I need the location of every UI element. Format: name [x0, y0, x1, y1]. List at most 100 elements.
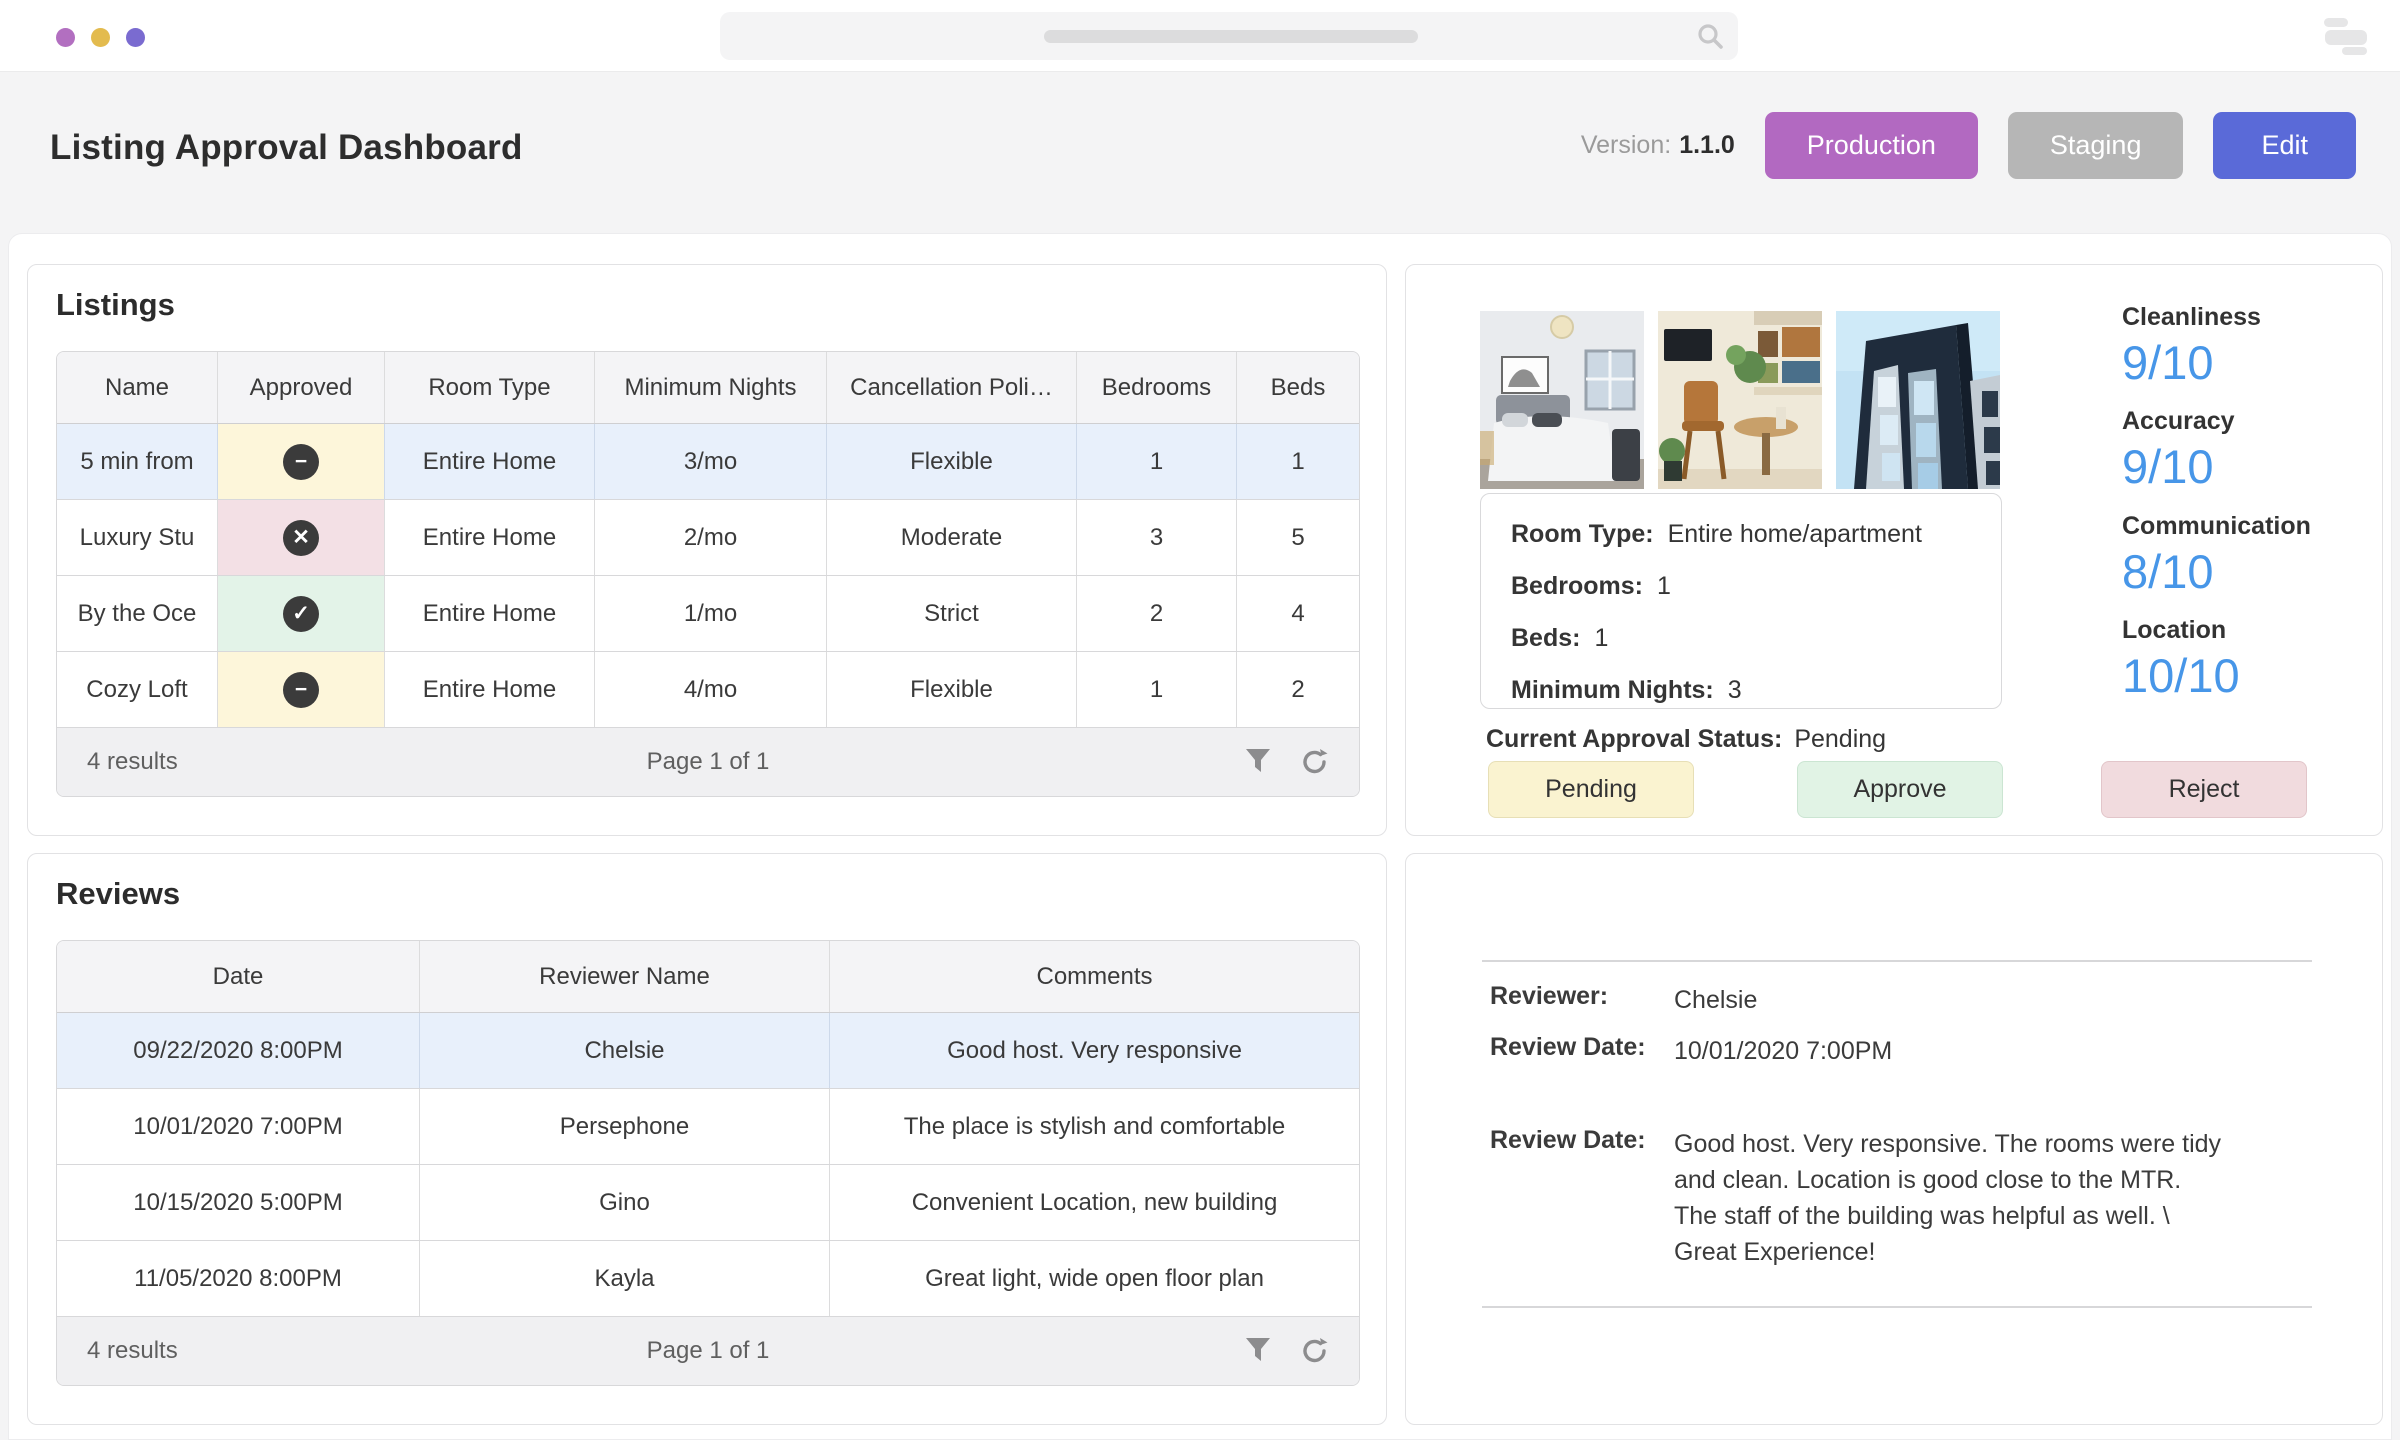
edit-button[interactable]: Edit [2213, 111, 2356, 179]
production-button[interactable]: Production [1764, 111, 1978, 179]
pending-button[interactable]: Pending [1488, 761, 1694, 818]
divider [1482, 960, 2312, 962]
page-title: Listing Approval Dashboard [50, 128, 523, 167]
cell-room-type: Entire Home [385, 652, 595, 727]
window-controls [56, 28, 145, 47]
listings-header-row: Name Approved Room Type Minimum Nights C… [57, 352, 1359, 424]
cell-reviewer: Kayla [420, 1241, 830, 1316]
table-row[interactable]: Cozy Loft − Entire Home 4/mo Flexible 1 … [57, 652, 1359, 728]
environment-controls: Version: 1.1.0 Production Staging Edit [1581, 111, 2356, 179]
rating-cleanliness: Cleanliness 9/10 [2122, 303, 2261, 389]
cell-reviewer: Persephone [420, 1089, 830, 1164]
info-beds: Beds: 1 [1511, 624, 1609, 652]
cell-comments: The place is stylish and comfortable [903, 1112, 1286, 1140]
cell-beds: 2 [1291, 675, 1305, 703]
cell-room-type: Entire Home [385, 500, 595, 575]
status-value: Pending [1794, 725, 1887, 753]
cell-cancellation: Flexible [827, 652, 1077, 727]
cell-cancellation: Moderate [827, 500, 1077, 575]
col-header-minimum-nights[interactable]: Minimum Nights [595, 352, 827, 423]
cell-bedrooms: 1 [1077, 652, 1237, 727]
listing-photos [1480, 311, 2000, 489]
reviews-panel: Reviews Date Reviewer Name Comments 09/2… [27, 853, 1387, 1425]
cell-date: 09/22/2020 8:00PM [57, 1013, 420, 1088]
refresh-icon[interactable] [1301, 748, 1329, 776]
col-header-reviewer-name[interactable]: Reviewer Name [420, 941, 830, 1012]
table-row[interactable]: 11/05/2020 8:00PM Kayla Great light, wid… [57, 1241, 1359, 1317]
col-header-comments[interactable]: Comments [830, 941, 1359, 1012]
browser-menu-icon[interactable] [2324, 18, 2370, 56]
col-header-name[interactable]: Name [57, 352, 218, 423]
browser-address-bar[interactable] [720, 12, 1738, 60]
window-dot-purple [56, 28, 75, 47]
info-minimum-nights: Minimum Nights: 3 [1511, 676, 1742, 704]
cell-cancellation: Strict [827, 576, 1077, 651]
divider [1482, 1306, 2312, 1308]
review-date-field: Review Date: 10/01/2020 7:00PM [1490, 1033, 1893, 1065]
listing-detail-panel: Cleanliness 9/10 Accuracy 9/10 Communica… [1405, 264, 2383, 836]
col-header-cancellation[interactable]: Cancellation Poli… [827, 352, 1077, 423]
listings-table-footer: 4 results Page 1 of 1 [57, 728, 1359, 796]
table-row[interactable]: 09/22/2020 8:00PM Chelsie Good host. Ver… [57, 1013, 1359, 1089]
cell-comments: Great light, wide open floor plan [925, 1264, 1264, 1292]
status-minus-icon: − [283, 443, 319, 480]
listing-photo-building [1836, 311, 2000, 489]
cell-name: Luxury Stu [57, 500, 218, 575]
approve-button[interactable]: Approve [1797, 761, 2003, 818]
reviews-header-row: Date Reviewer Name Comments [57, 941, 1359, 1013]
col-header-room-type[interactable]: Room Type [385, 352, 595, 423]
info-room-type: Room Type: Entire home/apartment [1511, 520, 1922, 548]
window-dot-violet [126, 28, 145, 47]
browser-topbar [0, 0, 2400, 72]
cell-approved: − [218, 652, 385, 727]
reviews-table-footer: 4 results Page 1 of 1 [57, 1317, 1359, 1385]
cell-bedrooms: 1 [1077, 424, 1237, 499]
staging-button[interactable]: Staging [2007, 111, 2184, 179]
filter-icon[interactable] [1245, 748, 1271, 776]
table-row[interactable]: By the Oce ✓ Entire Home 1/mo Strict 2 4 [57, 576, 1359, 652]
listing-photo-living-room [1658, 311, 1822, 489]
cell-minimum-nights: 2/mo [595, 500, 827, 575]
cell-cancellation: Flexible [827, 424, 1077, 499]
cell-minimum-nights: 4/mo [595, 652, 827, 727]
col-header-bedrooms[interactable]: Bedrooms [1077, 352, 1237, 423]
table-row[interactable]: 5 min from − Entire Home 3/mo Flexible 1… [57, 424, 1359, 500]
table-row[interactable]: 10/15/2020 5:00PM Gino Convenient Locati… [57, 1165, 1359, 1241]
window-dot-yellow [91, 28, 110, 47]
cell-comments: Convenient Location, new building [911, 1188, 1278, 1216]
cell-room-type: Entire Home [385, 424, 595, 499]
cell-date: 11/05/2020 8:00PM [57, 1241, 420, 1316]
listings-table: Name Approved Room Type Minimum Nights C… [56, 351, 1360, 797]
table-row[interactable]: 10/01/2020 7:00PM Persephone The place i… [57, 1089, 1359, 1165]
page-indicator: Page 1 of 1 [646, 1337, 770, 1364]
rating-location: Location 10/10 [2122, 616, 2240, 703]
cell-bedrooms: 2 [1077, 576, 1237, 651]
page-indicator: Page 1 of 1 [646, 748, 770, 775]
cell-reviewer: Gino [420, 1165, 830, 1240]
search-icon [1698, 24, 1723, 49]
status-check-icon: ✓ [283, 595, 319, 632]
rating-communication: Communication 8/10 [2122, 511, 2311, 598]
cell-name: Cozy Loft [57, 652, 218, 727]
cell-bedrooms: 3 [1077, 500, 1237, 575]
col-header-date[interactable]: Date [57, 941, 420, 1012]
refresh-icon[interactable] [1301, 1337, 1329, 1365]
cell-minimum-nights: 1/mo [595, 576, 827, 651]
version-value: 1.1.0 [1679, 130, 1735, 159]
col-header-approved[interactable]: Approved [218, 352, 385, 423]
reject-button[interactable]: Reject [2101, 761, 2307, 818]
cell-date: 10/15/2020 5:00PM [57, 1165, 420, 1240]
col-header-beds[interactable]: Beds [1237, 352, 1359, 423]
cell-approved: ✕ [218, 500, 385, 575]
rating-accuracy: Accuracy 9/10 [2122, 407, 2235, 494]
status-x-icon: ✕ [283, 519, 319, 556]
status-minus-icon: − [283, 671, 319, 708]
filter-icon[interactable] [1245, 1337, 1271, 1365]
ratings-list: Cleanliness 9/10 Accuracy 9/10 Communica… [2122, 303, 2372, 720]
cell-comments: Good host. Very responsive [947, 1036, 1242, 1064]
review-reviewer-field: Reviewer: Chelsie [1490, 982, 1758, 1014]
reviews-title: Reviews [56, 876, 181, 911]
cell-approved: − [218, 424, 385, 499]
table-row[interactable]: Luxury Stu ✕ Entire Home 2/mo Moderate 3… [57, 500, 1359, 576]
address-placeholder-bar [1044, 30, 1418, 43]
